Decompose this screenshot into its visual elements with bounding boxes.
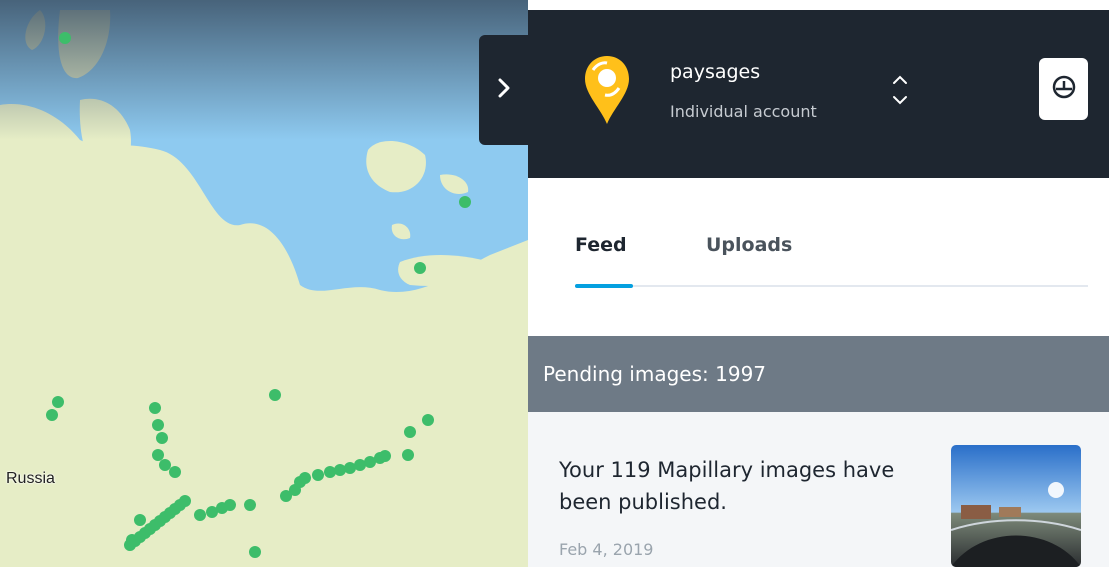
coverage-dot — [52, 396, 64, 408]
coverage-dot — [459, 196, 471, 208]
coverage-dot — [379, 450, 391, 462]
chevron-up-down-icon — [886, 75, 914, 114]
account-switcher-button[interactable] — [886, 70, 914, 110]
coverage-dot — [404, 426, 416, 438]
land-island-2 — [440, 174, 469, 195]
coverage-dot — [156, 432, 168, 444]
account-name: paysages — [670, 61, 761, 83]
coverage-dot — [249, 546, 261, 558]
coverage-dot — [422, 414, 434, 426]
coverage-dot — [324, 466, 336, 478]
land-island-1 — [366, 140, 426, 193]
coverage-dot — [269, 389, 281, 401]
feed-item[interactable]: Your 119 Mapillary images have been publ… — [528, 412, 1109, 567]
coverage-dot — [179, 495, 191, 507]
map-pin-logo-icon — [583, 54, 631, 130]
land-island-3 — [391, 223, 411, 240]
feed-item-date: Feb 4, 2019 — [559, 540, 654, 559]
sidebar-toggle-button[interactable] — [479, 35, 529, 145]
map-canvas — [0, 0, 528, 567]
coverage-dot — [244, 499, 256, 511]
coverage-dot — [46, 409, 58, 421]
coverage-dot — [334, 464, 346, 476]
tab-feed[interactable]: Feed — [575, 234, 627, 256]
coverage-dot — [414, 262, 426, 274]
coverage-dot — [194, 509, 206, 521]
active-tab-indicator — [575, 284, 633, 288]
feed-item-message: Your 119 Mapillary images have been publ… — [559, 458, 895, 514]
coverage-dot — [149, 402, 161, 414]
coverage-dot — [224, 499, 236, 511]
coverage-dot — [152, 449, 164, 461]
tabs-divider — [575, 285, 1088, 287]
account-header: paysages Individual account — [528, 10, 1109, 178]
coverage-dot — [169, 466, 181, 478]
coverage-dot — [299, 472, 311, 484]
tab-uploads[interactable]: Uploads — [706, 234, 792, 256]
account-type: Individual account — [670, 102, 817, 121]
map-country-label: Russia — [6, 470, 55, 487]
dashboard-gauge-icon — [1051, 74, 1077, 104]
coverage-dot — [159, 459, 171, 471]
chevron-right-icon — [497, 78, 511, 102]
street-photo-thumbnail[interactable] — [951, 445, 1081, 567]
dashboard-button[interactable] — [1039, 58, 1088, 120]
coverage-dot — [152, 419, 164, 431]
map-view[interactable]: Russia — [0, 0, 528, 567]
land-mainland — [0, 104, 528, 567]
pending-images-banner: Pending images: 1997 — [528, 336, 1109, 412]
coverage-dot — [59, 32, 71, 44]
coverage-dot — [134, 514, 146, 526]
coverage-dot — [402, 449, 414, 461]
coverage-dot — [312, 469, 324, 481]
sidebar-panel: paysages Individual account Feed Uploads — [528, 10, 1109, 567]
